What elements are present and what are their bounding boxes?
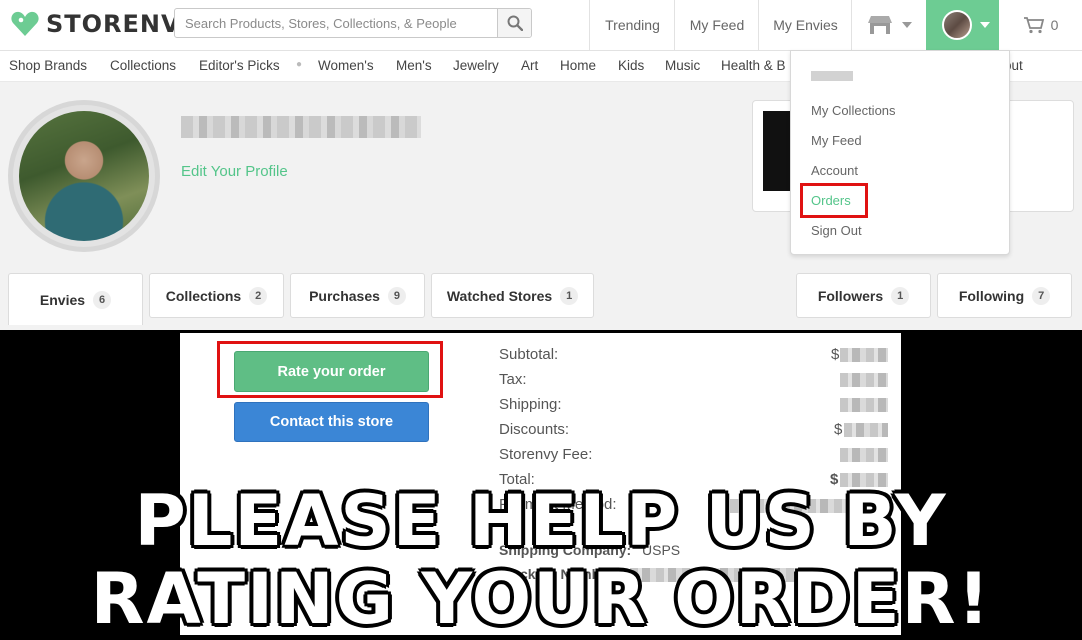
rate-order-button[interactable]: Rate your order bbox=[234, 351, 429, 392]
tab-label: Purchases bbox=[309, 287, 380, 304]
tab-followers[interactable]: Followers 1 bbox=[796, 273, 931, 318]
subtotal-currency: $ bbox=[831, 346, 840, 363]
tab-purchases[interactable]: Purchases 9 bbox=[290, 273, 425, 318]
subtotal-label: Subtotal: bbox=[499, 346, 559, 363]
category-separator-dot: ● bbox=[296, 59, 303, 70]
nav-my-feed[interactable]: My Feed bbox=[674, 0, 759, 50]
category-mens[interactable]: Men's bbox=[396, 58, 432, 73]
category-kids[interactable]: Kids bbox=[618, 58, 644, 73]
search-input[interactable] bbox=[175, 9, 497, 37]
menu-item-sign-out[interactable]: Sign Out bbox=[811, 223, 862, 238]
tab-count: 1 bbox=[891, 286, 910, 305]
contact-store-button[interactable]: Contact this store bbox=[234, 402, 429, 442]
category-music[interactable]: Music bbox=[665, 58, 700, 73]
tab-count: 1 bbox=[560, 286, 579, 305]
category-womens[interactable]: Women's bbox=[318, 58, 374, 73]
tax-label: Tax: bbox=[499, 371, 527, 388]
tab-following[interactable]: Following 7 bbox=[937, 273, 1072, 318]
subtotal-value-redacted bbox=[840, 348, 888, 362]
storenvy-fee-label: Storenvy Fee: bbox=[499, 446, 593, 463]
chevron-down-icon bbox=[901, 22, 912, 28]
avatar bbox=[942, 10, 972, 40]
category-art[interactable]: Art bbox=[521, 58, 538, 73]
tax-value-redacted bbox=[840, 373, 888, 387]
menu-item-my-collections[interactable]: My Collections bbox=[811, 103, 896, 118]
user-dropdown-menu: My Collections My Feed Account Orders Si… bbox=[790, 50, 1010, 255]
category-shop-brands[interactable]: Shop Brands bbox=[9, 58, 87, 73]
search-icon bbox=[507, 15, 523, 31]
storenvy-page: STORENVY Trending My Feed My Envies bbox=[0, 0, 1082, 330]
category-jewelry[interactable]: Jewelry bbox=[453, 58, 499, 73]
edit-profile-link[interactable]: Edit Your Profile bbox=[181, 163, 288, 180]
shipping-value-redacted bbox=[840, 398, 888, 412]
heart-tag-icon bbox=[11, 11, 39, 37]
site-header: STORENVY Trending My Feed My Envies bbox=[0, 0, 1082, 51]
overlay-caption-line1: PLEASE HELP US BY bbox=[134, 480, 948, 562]
menu-item-my-feed[interactable]: My Feed bbox=[811, 133, 862, 148]
cart-icon bbox=[1023, 17, 1044, 34]
tab-count: 2 bbox=[249, 286, 268, 305]
tab-count: 7 bbox=[1032, 286, 1051, 305]
storefront-icon bbox=[867, 16, 892, 34]
overlay-caption-line2: RATING YOUR ORDER! bbox=[90, 558, 992, 640]
cart-count: 0 bbox=[1050, 17, 1059, 33]
search-bar bbox=[174, 8, 532, 38]
menu-item-account[interactable]: Account bbox=[811, 163, 858, 178]
tab-label: Envies bbox=[39, 291, 86, 308]
search-button[interactable] bbox=[497, 9, 531, 37]
tab-label: Followers bbox=[817, 287, 884, 304]
discounts-label: Discounts: bbox=[499, 421, 570, 438]
storenvy-logo[interactable]: STORENVY bbox=[10, 9, 199, 39]
tab-collections[interactable]: Collections 2 bbox=[149, 273, 284, 318]
profile-avatar bbox=[8, 100, 160, 252]
discount-value-redacted bbox=[844, 423, 888, 437]
category-collections[interactable]: Collections bbox=[110, 58, 176, 73]
tab-envies[interactable]: Envies 6 bbox=[8, 273, 143, 325]
chevron-down-icon bbox=[980, 22, 990, 28]
user-menu-button[interactable] bbox=[926, 0, 999, 50]
shipping-label: Shipping: bbox=[499, 396, 562, 413]
category-home[interactable]: Home bbox=[560, 58, 596, 73]
tab-label: Following bbox=[958, 287, 1025, 304]
fee-value-redacted bbox=[840, 448, 888, 462]
tab-label: Collections bbox=[165, 287, 242, 304]
nav-trending[interactable]: Trending bbox=[589, 0, 675, 50]
dropdown-username-redacted bbox=[811, 71, 853, 81]
tab-watched-stores[interactable]: Watched Stores 1 bbox=[431, 273, 594, 318]
cart-button[interactable]: 0 bbox=[999, 0, 1082, 50]
orders-highlight-box bbox=[800, 183, 868, 218]
category-health-beauty[interactable]: Health & B bbox=[721, 58, 786, 73]
profile-photo bbox=[19, 111, 149, 241]
nav-my-envies[interactable]: My Envies bbox=[758, 0, 852, 50]
store-menu-button[interactable] bbox=[851, 0, 927, 50]
tab-count: 9 bbox=[387, 286, 406, 305]
category-editors-picks[interactable]: Editor's Picks bbox=[199, 58, 280, 73]
tab-label: Watched Stores bbox=[446, 287, 553, 304]
discount-currency: $ bbox=[834, 421, 843, 438]
profile-name-redacted bbox=[181, 116, 421, 138]
tab-count: 6 bbox=[93, 290, 112, 309]
